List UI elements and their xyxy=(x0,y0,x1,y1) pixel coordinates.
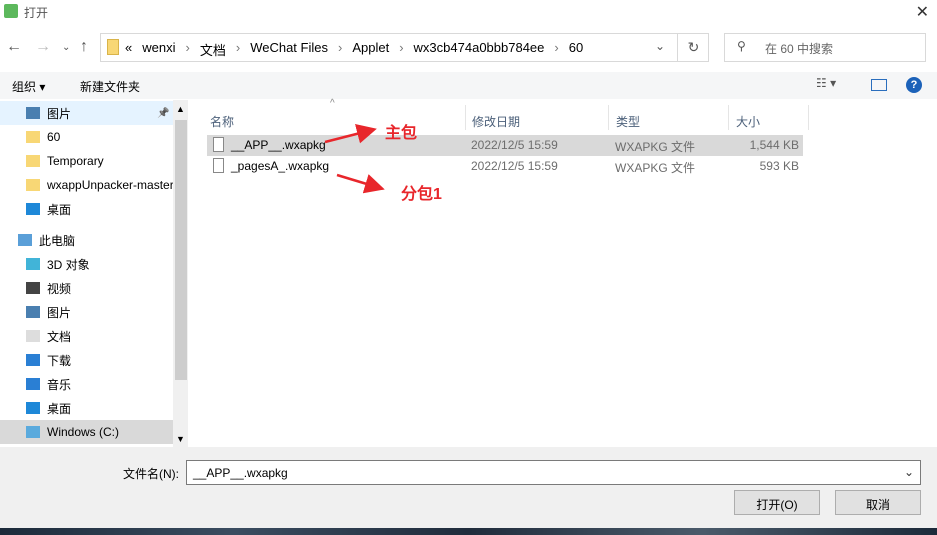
filename-input[interactable]: __APP__.wxapkg ⌄ xyxy=(186,460,921,485)
window-title: 打开 xyxy=(24,6,49,20)
file-size: 593 KB xyxy=(759,159,799,173)
breadcrumb: « wenxi › 文档 › WeChat Files › Applet › wx3cb… xyxy=(125,40,584,59)
crumb-wenxi[interactable]: wenxi xyxy=(142,40,175,59)
column-size[interactable]: 大小 xyxy=(728,105,809,130)
arrow-sub xyxy=(336,173,385,194)
title-bar: 打开 ✕ xyxy=(0,0,937,24)
3d-objects-icon xyxy=(26,258,40,270)
crumb-wechat-files[interactable]: WeChat Files xyxy=(250,40,328,59)
sidebar-item-label: 音乐 xyxy=(47,377,72,392)
folder-icon xyxy=(26,131,40,143)
crumb-documents[interactable]: 文档 xyxy=(200,40,226,59)
breadcrumb-overflow[interactable]: « xyxy=(125,40,132,59)
crumb-60[interactable]: 60 xyxy=(569,40,583,59)
preview-pane-icon[interactable] xyxy=(871,79,887,91)
recent-dropdown-icon[interactable]: ⌄ xyxy=(62,42,70,53)
sidebar-item-label: 图片 xyxy=(47,305,72,320)
filename-value: __APP__.wxapkg xyxy=(193,466,288,480)
sidebar-item-label: wxappUnpacker-master xyxy=(47,178,173,192)
sidebar-item[interactable]: 图片 📌 xyxy=(0,101,173,125)
address-bar[interactable]: « wenxi › 文档 › WeChat Files › Applet › wx3cb… xyxy=(100,33,709,62)
sidebar-item-label: 此电脑 xyxy=(39,233,76,248)
sidebar-item[interactable]: Temporary xyxy=(0,149,173,173)
desktop-icon xyxy=(26,402,40,414)
drive-icon xyxy=(26,426,40,438)
search-input[interactable]: ⚲ 在 60 中搜索 xyxy=(724,33,926,62)
sidebar-item[interactable]: wxappUnpacker-master xyxy=(0,173,173,197)
file-size: 1,544 KB xyxy=(749,138,799,152)
sidebar-item[interactable]: 桌面 xyxy=(0,197,173,221)
sidebar-item-label: 文档 xyxy=(47,329,72,344)
crumb-appid[interactable]: wx3cb474a0bbb784ee xyxy=(414,40,545,59)
sidebar-item-label: 3D 对象 xyxy=(47,257,90,272)
view-options-icon[interactable]: ☷ ▾ xyxy=(816,76,836,90)
address-dropdown-icon[interactable]: ⌄ xyxy=(655,39,665,53)
file-type: WXAPKG 文件 xyxy=(615,161,696,175)
sidebar-item[interactable]: 下载 xyxy=(0,348,173,372)
refresh-button[interactable]: ↻ xyxy=(677,34,709,61)
annotation-arrows xyxy=(324,124,385,194)
folder-icon xyxy=(26,155,40,167)
sidebar-item[interactable]: 此电脑 xyxy=(0,228,173,252)
sidebar-item[interactable]: 文档 xyxy=(0,324,173,348)
file-list: ^ 名称 修改日期 类型 大小 __APP__.wxapkg 2022/12/5… xyxy=(190,98,937,447)
sidebar-item[interactable]: 3D 对象 xyxy=(0,252,173,276)
scroll-up-icon[interactable]: ▲ xyxy=(176,104,185,114)
sidebar-item[interactable]: 图片 xyxy=(0,300,173,324)
back-button[interactable]: ← xyxy=(6,38,22,56)
computer-icon xyxy=(18,234,32,246)
sidebar-item[interactable]: 桌面 xyxy=(0,396,173,420)
sidebar-item-label: Windows (C:) xyxy=(47,425,120,439)
sidebar-item-label: 桌面 xyxy=(47,202,72,217)
music-icon xyxy=(26,378,40,390)
new-folder-button[interactable]: 新建文件夹 xyxy=(80,78,140,95)
sidebar-item[interactable]: 音乐 xyxy=(0,372,173,396)
organize-button[interactable]: 组织 ▾ xyxy=(12,78,45,95)
sidebar-item-label: Temporary xyxy=(47,154,104,168)
column-type[interactable]: 类型 xyxy=(608,105,729,130)
crumb-applet[interactable]: Applet xyxy=(352,40,389,59)
desktop-background xyxy=(0,528,937,535)
sidebar-item-label: 视频 xyxy=(47,281,72,296)
navigation-pane: 图片 📌 60 Temporary wxappUnpacker-master 桌面 此电脑 3… xyxy=(0,100,188,447)
videos-icon xyxy=(26,282,40,294)
sidebar-item-label: 图片 xyxy=(47,106,72,121)
downloads-icon xyxy=(26,354,40,366)
desktop-icon xyxy=(26,203,40,215)
toolbar: 组织 ▾ 新建文件夹 ☷ ▾ ? xyxy=(0,72,937,99)
pictures-icon xyxy=(26,107,40,119)
help-icon[interactable]: ? xyxy=(906,77,922,93)
search-placeholder: 在 60 中搜索 xyxy=(765,42,834,56)
sidebar-item-label: 下载 xyxy=(47,353,72,368)
pin-icon[interactable]: 📌 xyxy=(157,108,169,119)
open-button[interactable]: 打开(O) xyxy=(734,490,820,515)
search-icon: ⚲ xyxy=(737,39,746,53)
filename-dropdown-icon[interactable]: ⌄ xyxy=(904,465,914,479)
file-type: WXAPKG 文件 xyxy=(615,140,696,154)
sidebar-item[interactable]: 60 xyxy=(0,125,173,149)
close-button[interactable]: ✕ xyxy=(916,2,929,22)
filename-label: 文件名(N): xyxy=(123,467,179,481)
folder-icon xyxy=(107,39,119,55)
cancel-button[interactable]: 取消 xyxy=(835,490,921,515)
arrow-main xyxy=(324,124,377,144)
folder-icon xyxy=(26,179,40,191)
sidebar-item-label: 桌面 xyxy=(47,401,72,416)
app-icon xyxy=(4,4,18,18)
sidebar-item-label: 60 xyxy=(47,130,61,144)
sidebar-item[interactable]: Windows (C:) xyxy=(0,420,173,444)
pictures-icon xyxy=(26,306,40,318)
forward-button[interactable]: → xyxy=(35,38,51,56)
sidebar-item[interactable]: 视频 xyxy=(0,276,173,300)
up-button[interactable]: ↑ xyxy=(80,38,88,56)
scroll-down-icon[interactable]: ▼ xyxy=(176,434,185,444)
scrollbar-thumb[interactable] xyxy=(175,120,187,380)
documents-icon xyxy=(26,330,40,342)
